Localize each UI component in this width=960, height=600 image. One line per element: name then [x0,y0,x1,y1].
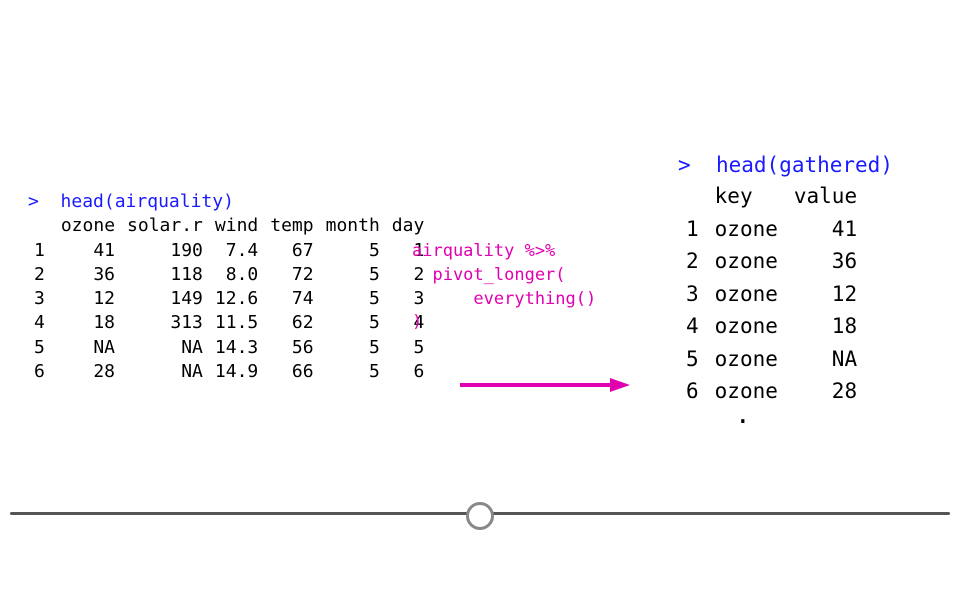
cell-temp: 62 [264,311,319,335]
code-line-4: ) [412,312,422,332]
cell-wind: 11.5 [209,311,264,335]
code-line-1: airquality %>% [412,241,555,261]
left-console-block: > head(airquality) ozone solar.r wind te… [28,190,430,384]
row-index: 4 [678,310,707,342]
row-index: 2 [678,245,707,277]
code-line-3: everything() [412,289,596,309]
cell-wind: 8.0 [209,263,264,287]
table-row: 31214912.67453 [28,287,430,311]
cell-ozone: 18 [55,311,121,335]
cell-ozone: 28 [55,360,121,384]
airquality-table: ozone solar.r wind temp month day 141190… [28,214,430,384]
cell-wind: 14.9 [209,360,264,384]
col-day: day [386,214,431,238]
cell-value: 18 [786,310,865,342]
cell-temp: 66 [264,360,319,384]
right-command: head(gathered) [716,153,893,177]
code-line-2: pivot_longer( [412,265,566,285]
cell-value: 41 [786,213,865,245]
table-row: 4ozone18 [678,310,865,342]
table-row: 6ozone28 [678,375,865,407]
cell-temp: 74 [264,287,319,311]
cell-month: 5 [320,336,386,360]
cell-solar-r: 149 [121,287,209,311]
table-row: 1ozone41 [678,213,865,245]
cell-ozone: 12 [55,287,121,311]
prompt-symbol: > [678,153,691,177]
col-ozone: ozone [55,214,121,238]
right-console-block: > head(gathered) key value 1ozone412ozon… [678,150,893,408]
arrow-right-icon [460,378,630,392]
table-row: 3ozone12 [678,278,865,310]
row-index: 4 [28,311,55,335]
cell-solar-r: NA [121,336,209,360]
cell-wind: 7.4 [209,239,264,263]
airquality-header-row: ozone solar.r wind temp month day [28,214,430,238]
col-wind: wind [209,214,264,238]
cell-day: 6 [386,360,431,384]
progress-slider[interactable] [10,500,950,530]
row-index: 5 [678,343,707,375]
row-index: 2 [28,263,55,287]
table-row: 41831311.56254 [28,311,430,335]
prompt-symbol: > [28,191,39,212]
cell-solar-r: 313 [121,311,209,335]
table-row: 1411907.46751 [28,239,430,263]
row-index: 5 [28,336,55,360]
row-index: 6 [678,375,707,407]
right-prompt-line: > head(gathered) [678,150,893,180]
col-value: value [786,180,865,212]
cell-ozone: NA [55,336,121,360]
cell-wind: 12.6 [209,287,264,311]
col-month: month [320,214,386,238]
cell-month: 5 [320,287,386,311]
gathered-header-row: key value [678,180,865,212]
table-row: 5ozoneNA [678,343,865,375]
cell-key: ozone [707,343,786,375]
slide-stage: > head(airquality) ozone solar.r wind te… [0,0,960,600]
cell-wind: 14.3 [209,336,264,360]
cell-month: 5 [320,311,386,335]
col-temp: temp [264,214,319,238]
cell-value: NA [786,343,865,375]
table-row: 5NANA14.35655 [28,336,430,360]
cell-value: 12 [786,278,865,310]
cell-ozone: 36 [55,263,121,287]
cell-temp: 67 [264,239,319,263]
cell-value: 28 [786,375,865,407]
cell-value: 36 [786,245,865,277]
row-index: 3 [678,278,707,310]
row-index: 1 [678,213,707,245]
table-row: 628NA14.96656 [28,360,430,384]
cell-solar-r: 118 [121,263,209,287]
row-index: 3 [28,287,55,311]
cell-month: 5 [320,263,386,287]
left-command: head(airquality) [61,191,234,212]
gathered-table: key value 1ozone412ozone363ozone124ozone… [678,180,865,407]
col-key: key [707,180,786,212]
table-row: 2361188.07252 [28,263,430,287]
slider-thumb[interactable] [466,502,494,530]
pivot-longer-code: airquality %>% pivot_longer( everything(… [412,240,596,335]
cell-temp: 56 [264,336,319,360]
cell-month: 5 [320,360,386,384]
cell-key: ozone [707,245,786,277]
left-prompt-line: > head(airquality) [28,190,430,214]
cell-key: ozone [707,278,786,310]
row-index: 1 [28,239,55,263]
col-solar-r: solar.r [121,214,209,238]
cell-month: 5 [320,239,386,263]
cell-ozone: 41 [55,239,121,263]
cell-solar-r: NA [121,360,209,384]
cell-day: 5 [386,336,431,360]
cell-key: ozone [707,310,786,342]
cell-key: ozone [707,213,786,245]
row-index: 6 [28,360,55,384]
cell-temp: 72 [264,263,319,287]
truncation-dot: . [735,400,751,430]
table-row: 2ozone36 [678,245,865,277]
cell-solar-r: 190 [121,239,209,263]
